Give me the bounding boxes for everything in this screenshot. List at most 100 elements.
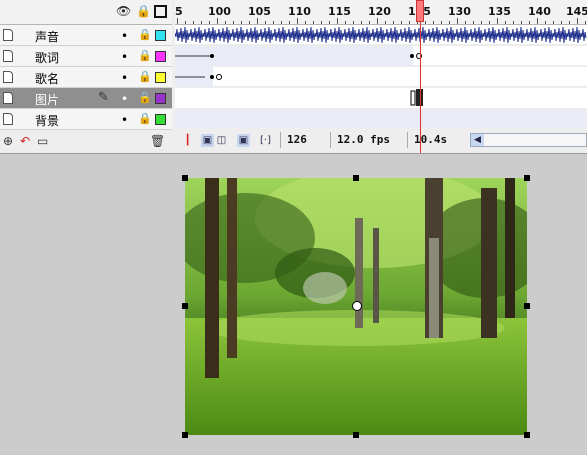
frame-rate-readout: 12.0 fps: [330, 132, 401, 148]
ruler-tick: [329, 21, 330, 24]
ruler-tick: [401, 21, 402, 24]
ruler-tick: [553, 21, 554, 24]
center-frame-icon[interactable]: ┃: [181, 134, 194, 147]
ruler-tick: [217, 18, 218, 24]
layer-row[interactable]: 背景 • 🔒: [0, 109, 172, 130]
layer-color-swatch[interactable]: [155, 30, 166, 41]
ruler-tick: [505, 21, 506, 24]
visibility-dot[interactable]: •: [121, 71, 128, 85]
layer-color-swatch[interactable]: [155, 51, 166, 62]
layer-row[interactable]: 歌名 • 🔒: [0, 67, 172, 88]
resize-handle-top[interactable]: [353, 175, 359, 181]
visibility-dot[interactable]: •: [121, 92, 128, 106]
ruler-tick: [361, 21, 362, 24]
layer-row[interactable]: 歌词 • 🔒: [0, 46, 172, 67]
layer-row[interactable]: 声音 • 🔒: [0, 25, 172, 46]
ruler-tick: [585, 21, 586, 24]
layer-icon: [3, 29, 13, 41]
frame-status-bar: ┃ ▣ ◫ ▣ [·] 126 12.0 fps 10.4s ◀: [175, 131, 587, 151]
ruler-label: 5: [175, 5, 183, 18]
layer-color-swatch[interactable]: [155, 72, 166, 83]
onion-skin-outlines-icon[interactable]: ◫: [215, 134, 228, 147]
transform-center-point[interactable]: [352, 301, 362, 311]
layer-icon: [3, 92, 13, 104]
ruler-label: 130: [448, 5, 471, 18]
ruler-tick: [457, 18, 458, 24]
ruler-tick: [281, 21, 282, 24]
frame-ruler[interactable]: 5100105110115120125130135140145: [175, 0, 587, 25]
lock-toggle-icon[interactable]: 🔒: [138, 112, 152, 125]
ruler-label: 110: [288, 5, 311, 18]
ruler-tick: [241, 21, 242, 24]
ruler-tick: [473, 21, 474, 24]
layer-color-swatch[interactable]: [155, 93, 166, 104]
edit-multiple-frames-icon[interactable]: ▣: [237, 134, 250, 147]
insert-layer-icon[interactable]: ⊕: [3, 134, 13, 148]
ruler-tick: [289, 21, 290, 24]
ruler-tick: [513, 21, 514, 24]
ruler-tick: [273, 21, 274, 24]
timeline-scrollbar[interactable]: ◀: [470, 133, 587, 147]
scroll-left-icon[interactable]: ◀: [471, 134, 484, 146]
ruler-tick: [177, 18, 178, 24]
elapsed-time-readout: 10.4s: [407, 132, 464, 148]
lock-toggle-icon[interactable]: 🔒: [138, 70, 152, 83]
onion-skin-icon[interactable]: ▣: [201, 134, 214, 147]
ruler-tick: [225, 21, 226, 24]
frames-area: 5100105110115120125130135140145 ┃ ▣ ◫ ▣ …: [174, 0, 587, 153]
eye-icon[interactable]: 👁: [116, 4, 131, 18]
layer-name[interactable]: 图片: [35, 91, 59, 108]
frame-tracks[interactable]: [174, 25, 587, 130]
ruler-tick: [545, 21, 546, 24]
ruler-tick: [393, 21, 394, 24]
resize-handle-bottom-right[interactable]: [524, 432, 530, 438]
frame-tracks-graphic: [174, 26, 587, 130]
layer-name[interactable]: 歌名: [35, 70, 59, 87]
resize-handle-left[interactable]: [182, 303, 188, 309]
layer-icon: [3, 71, 13, 83]
ruler-label: 120: [368, 5, 391, 18]
lock-toggle-icon[interactable]: 🔒: [138, 28, 152, 41]
lock-toggle-icon[interactable]: 🔒: [138, 49, 152, 62]
layer-name[interactable]: 背景: [35, 112, 59, 129]
layer-row[interactable]: 图片 ✎ • 🔒: [0, 88, 172, 109]
layer-icon: [3, 113, 13, 125]
ruler-label: 115: [328, 5, 351, 18]
resize-handle-bottom[interactable]: [353, 432, 359, 438]
playhead[interactable]: [416, 0, 424, 22]
ruler-tick: [369, 21, 370, 24]
layer-name[interactable]: 歌词: [35, 49, 59, 66]
ruler-tick: [337, 18, 338, 24]
background-frame-span: [175, 109, 587, 128]
ruler-label: 140: [528, 5, 551, 18]
lock-toggle-icon[interactable]: 🔒: [138, 91, 152, 104]
layer-color-swatch[interactable]: [155, 114, 166, 125]
keyframe-dot: [210, 54, 214, 58]
resize-handle-top-right[interactable]: [524, 175, 530, 181]
ruler-tick: [425, 21, 426, 24]
visibility-dot[interactable]: •: [121, 113, 128, 127]
layer-name[interactable]: 声音: [35, 28, 59, 45]
layer-header: 👁 🔒: [0, 0, 172, 25]
outline-icon[interactable]: [154, 5, 167, 18]
resize-handle-bottom-left[interactable]: [182, 432, 188, 438]
visibility-dot[interactable]: •: [121, 50, 128, 64]
ruler-tick: [489, 21, 490, 24]
ruler-tick: [569, 21, 570, 24]
layer-tools: ⊕ ↶ ▭ 🗑: [0, 131, 172, 151]
ruler-tick: [561, 21, 562, 24]
resize-handle-right[interactable]: [524, 303, 530, 309]
visibility-dot[interactable]: •: [121, 29, 128, 43]
lock-icon[interactable]: 🔒: [136, 4, 151, 18]
ruler-tick: [233, 21, 234, 24]
ruler-tick: [313, 21, 314, 24]
ruler-tick: [449, 21, 450, 24]
resize-handle-top-left[interactable]: [182, 175, 188, 181]
insert-folder-icon[interactable]: ▭: [37, 134, 48, 148]
ruler-tick: [201, 21, 202, 24]
ruler-tick: [433, 21, 434, 24]
ruler-tick: [321, 21, 322, 24]
delete-layer-icon[interactable]: 🗑: [150, 134, 165, 148]
add-motion-guide-icon[interactable]: ↶: [20, 134, 30, 148]
modify-markers-icon[interactable]: [·]: [259, 134, 272, 147]
